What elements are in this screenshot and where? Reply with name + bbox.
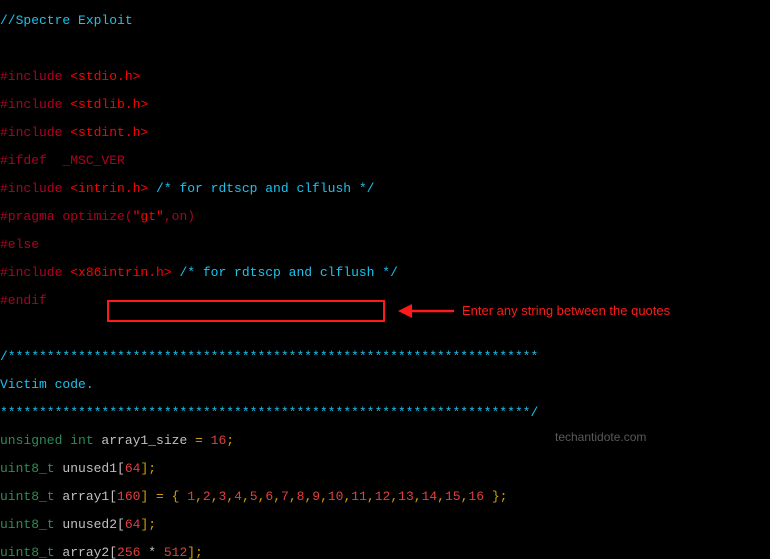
array-init-values: 1,2,3,4,5,6,7,8,9,10,11,12,13,14,15,16 — [187, 489, 484, 504]
include-directive: #include — [0, 69, 70, 84]
comment: //Spectre Exploit — [0, 13, 133, 28]
code-editor[interactable]: //Spectre Exploit #include <stdio.h> #in… — [0, 0, 770, 559]
